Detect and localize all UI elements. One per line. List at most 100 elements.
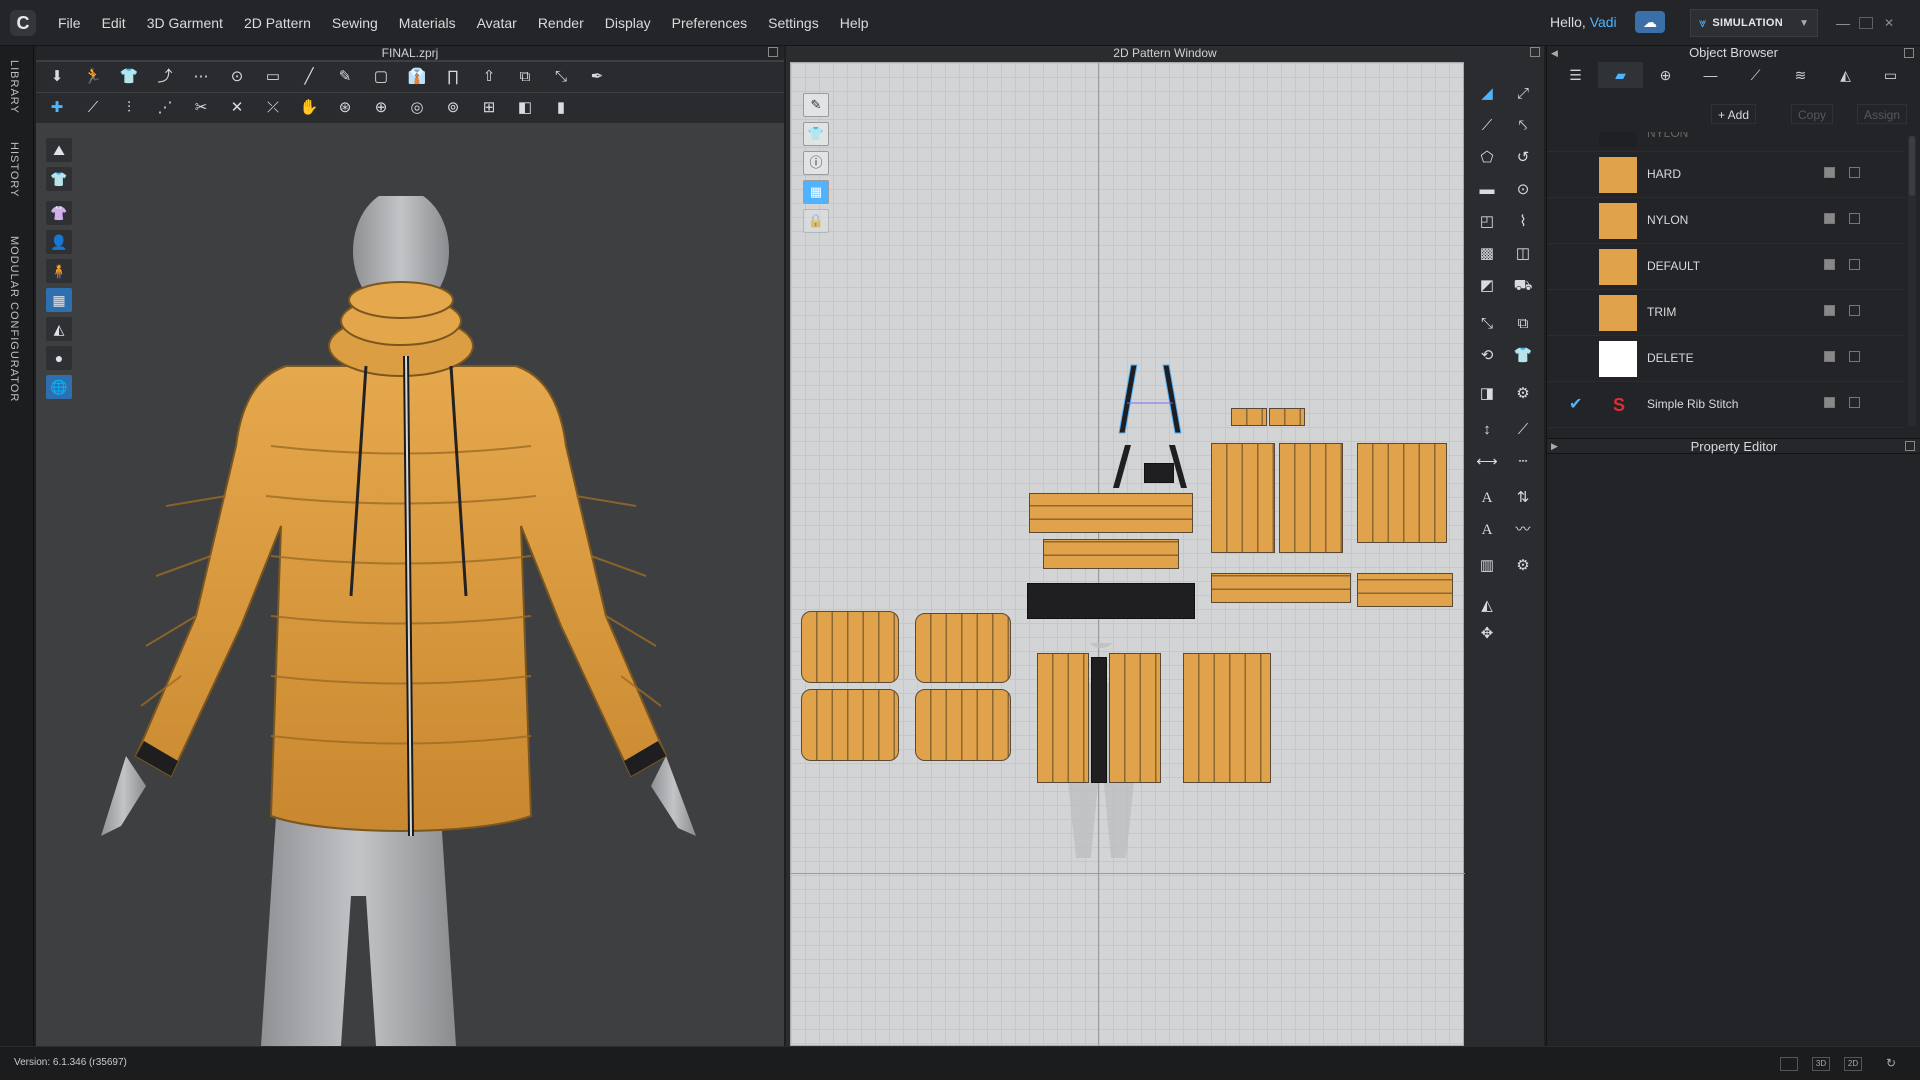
texture-icon[interactable]: ▮: [550, 98, 572, 118]
close-button[interactable]: ✕: [1882, 17, 1896, 29]
button-tab-icon[interactable]: ⊕: [1643, 62, 1688, 88]
buttonhole-icon[interactable]: ⊕: [370, 98, 392, 118]
pattern-piece-lower-front-r[interactable]: [1109, 653, 1161, 783]
menu-render[interactable]: Render: [538, 15, 584, 31]
pattern-piece-pocket-flap-r[interactable]: [1269, 408, 1305, 426]
menu-file[interactable]: File: [58, 15, 81, 31]
lock-icon[interactable]: [1849, 351, 1860, 362]
measure-line-icon[interactable]: ⟋: [1510, 418, 1536, 442]
zip-puller-icon[interactable]: ⊚: [442, 98, 464, 118]
topstitch-tab-icon[interactable]: —: [1688, 62, 1733, 88]
pattern-piece-front-hem[interactable]: [1211, 573, 1351, 603]
material-row-delete[interactable]: DELETE: [1547, 336, 1905, 382]
visibility-icon[interactable]: [1824, 167, 1835, 178]
pattern-piece-back-yoke[interactable]: [1357, 443, 1447, 543]
texture-edit-icon[interactable]: ◩: [1474, 274, 1500, 298]
up-arrow-icon[interactable]: ⇧: [478, 67, 500, 87]
pattern-piece-lower-front-l[interactable]: [1037, 653, 1089, 783]
visibility-icon[interactable]: [1824, 351, 1835, 362]
zipper-icon[interactable]: ◎: [406, 98, 428, 118]
pattern-piece-hood-band[interactable]: [1029, 493, 1193, 533]
material-list-scrollbar[interactable]: [1908, 136, 1916, 426]
pattern-piece-sleeve-upper-r[interactable]: [915, 613, 1011, 683]
pattern-canvas[interactable]: ✎ 👕 ⓘ ▦ 🔒: [790, 62, 1465, 1047]
visibility-icon[interactable]: [1824, 259, 1835, 270]
copy-button[interactable]: Copy: [1791, 104, 1834, 124]
menu-edit[interactable]: Edit: [102, 15, 126, 31]
edit-seam-icon[interactable]: ⟋: [82, 98, 104, 118]
pattern-piece-back-hem[interactable]: [1357, 573, 1453, 607]
button-tool-icon[interactable]: ⊛: [334, 98, 356, 118]
pleat-icon[interactable]: ⛟: [1510, 274, 1536, 298]
fabric-tab-icon[interactable]: ▰: [1598, 62, 1643, 88]
grain-icon[interactable]: ◭: [1474, 594, 1500, 618]
flip-icon[interactable]: ◨: [1474, 382, 1500, 406]
3d-view-icon[interactable]: 3D: [1812, 1057, 1830, 1071]
undock-icon[interactable]: [1904, 48, 1914, 58]
pattern-piece-front-left[interactable]: [1211, 443, 1275, 553]
simulation-avatar-icon[interactable]: 🏃: [82, 67, 104, 87]
minimize-button[interactable]: [1836, 17, 1850, 25]
visibility-icon[interactable]: [1824, 305, 1835, 316]
trace-icon[interactable]: ◫: [1510, 242, 1536, 266]
lock-icon[interactable]: [1849, 305, 1860, 316]
pattern-piece-zip-placket[interactable]: [1091, 657, 1107, 783]
mode-selector[interactable]: ⩔ SIMULATION ▼: [1690, 9, 1818, 37]
undock-icon[interactable]: [1530, 47, 1540, 57]
undock-icon[interactable]: [768, 47, 778, 57]
tack-icon[interactable]: ⋯: [190, 67, 212, 87]
scrollbar-thumb[interactable]: [1909, 136, 1915, 196]
polygon-icon[interactable]: ⬠: [1474, 146, 1500, 170]
info-icon[interactable]: ⓘ: [803, 151, 829, 175]
tab-modular-configurator[interactable]: MODULAR CONFIGURATOR: [8, 236, 20, 402]
stitch-icon[interactable]: ⫶: [118, 98, 140, 118]
fill-icon[interactable]: ▩: [1474, 242, 1500, 266]
user-name[interactable]: Vadi: [1590, 14, 1617, 30]
pattern-piece-sleeve-lower-r[interactable]: [915, 689, 1011, 761]
arrangement-icon[interactable]: ▭: [262, 67, 284, 87]
visibility-icon[interactable]: [1824, 397, 1835, 408]
undock-icon[interactable]: [1905, 441, 1915, 451]
list-view-icon[interactable]: ☰: [1553, 62, 1598, 88]
menu-preferences[interactable]: Preferences: [672, 15, 747, 31]
tack-pattern-icon[interactable]: ⚙: [1510, 382, 1536, 406]
grading-icon[interactable]: ⇅: [1510, 486, 1536, 510]
material-row-hard[interactable]: HARD: [1547, 152, 1905, 198]
sewing-line-icon[interactable]: ⋰: [154, 98, 176, 118]
topstitch-icon[interactable]: ⊞: [478, 98, 500, 118]
measure-length-icon[interactable]: ↕: [1474, 418, 1500, 442]
edit-pattern-icon[interactable]: ⟋: [1474, 114, 1500, 138]
pattern-select-icon[interactable]: ◢: [1474, 82, 1500, 106]
collapse-arrow-icon[interactable]: ◀: [1551, 48, 1558, 59]
dashed-ruler-icon[interactable]: ┄: [1510, 450, 1536, 474]
app-logo-icon[interactable]: C: [10, 10, 36, 36]
tab-history[interactable]: HISTORY: [8, 142, 20, 198]
annotation-icon[interactable]: A: [1474, 518, 1500, 542]
select-move-icon[interactable]: ⬇: [46, 67, 68, 87]
menu-materials[interactable]: Materials: [399, 15, 456, 31]
brush-edit-icon[interactable]: ✎: [803, 93, 829, 117]
tab-library[interactable]: LIBRARY: [8, 60, 20, 114]
fabric-view-icon[interactable]: ▦: [803, 180, 829, 204]
lock-icon[interactable]: 🔒: [803, 209, 829, 233]
pattern-piece-sleeve-lower-l[interactable]: [801, 689, 899, 761]
cut-icon[interactable]: ⤫: [262, 98, 284, 118]
curve-point-icon[interactable]: ↺: [1510, 146, 1536, 170]
ruler-tab-icon[interactable]: ▭: [1868, 62, 1913, 88]
menu-help[interactable]: Help: [840, 15, 869, 31]
pattern-piece-pocket-flap-l[interactable]: [1231, 408, 1267, 426]
menu-settings[interactable]: Settings: [768, 15, 819, 31]
lock-icon[interactable]: [1849, 397, 1860, 408]
zipper-tab-icon[interactable]: ≋: [1778, 62, 1823, 88]
measure-icon[interactable]: ⤡: [550, 67, 572, 87]
box-tool-icon[interactable]: ▢: [370, 67, 392, 87]
shirt-front-icon[interactable]: 👔: [406, 67, 428, 87]
shirt-sewing-icon[interactable]: 👕: [1510, 344, 1536, 368]
cloud-sync-icon[interactable]: ☁: [1635, 11, 1665, 33]
pants-icon[interactable]: ∏: [442, 67, 464, 87]
lock-icon[interactable]: [1849, 167, 1860, 178]
2d-view-icon[interactable]: 2D: [1844, 1057, 1862, 1071]
checkmark-icon[interactable]: ✔: [1569, 394, 1582, 414]
grid-icon[interactable]: ▥: [1474, 554, 1500, 578]
garment-icon[interactable]: 👕: [118, 67, 140, 87]
